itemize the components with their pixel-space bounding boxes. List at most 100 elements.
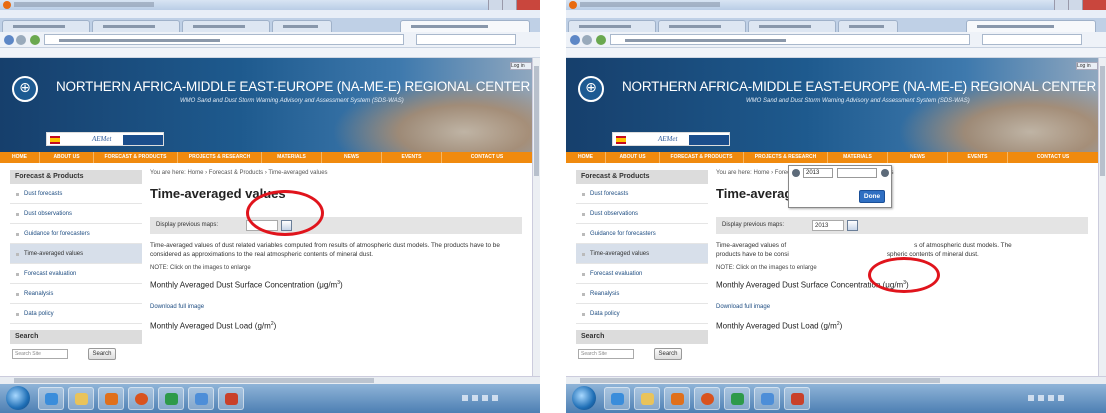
sidebar-item-data-policy[interactable]: Data policy [10,304,142,324]
taskbar-app-icon[interactable] [724,387,750,410]
sidebar-item-dust-forecasts[interactable]: Dust forecasts [10,184,142,204]
search-input[interactable]: Search Site [578,349,634,359]
maximize-button[interactable] [1068,0,1082,10]
nav-contact-us[interactable]: CONTACT US [442,152,532,163]
taskbar-app-icon[interactable] [218,387,244,410]
taskbar-folder-icon[interactable] [68,387,94,410]
tab-active[interactable] [966,20,1096,32]
tab[interactable] [838,20,898,32]
nav-materials[interactable]: MATERIALS [828,152,888,163]
taskbar-ie-icon[interactable] [604,387,630,410]
taskbar-media-icon[interactable] [98,387,124,410]
nav-forecast-products[interactable]: FORECAST & PRODUCTS [660,152,744,163]
nav-materials[interactable]: MATERIALS [262,152,322,163]
tab[interactable] [272,20,332,32]
tray-icon[interactable] [1038,395,1044,401]
minimize-button[interactable] [1054,0,1068,10]
year-select[interactable]: 2013 [803,168,833,178]
nav-news[interactable]: NEWS [888,152,948,163]
calendar-icon[interactable] [847,220,858,231]
bookmarks-toolbar[interactable] [0,48,540,61]
tab[interactable] [182,20,270,32]
nav-events[interactable]: EVENTS [948,152,1008,163]
clock[interactable] [504,390,532,407]
sidebar-item-time-averaged-values[interactable]: Time-averaged values [576,244,708,264]
month-select[interactable] [837,168,877,178]
forward-icon[interactable] [582,35,592,45]
nav-news[interactable]: NEWS [322,152,382,163]
tray-icon[interactable] [462,395,468,401]
browser-search-box[interactable] [982,34,1082,45]
download-full-image-link[interactable]: Download full image [716,304,1088,313]
forward-icon[interactable] [16,35,26,45]
vertical-scrollbar[interactable] [532,58,540,376]
nav-forecast-products[interactable]: FORECAST & PRODUCTS [94,152,178,163]
taskbar-firefox-icon[interactable] [694,387,720,410]
taskbar-media-icon[interactable] [664,387,690,410]
tab[interactable] [568,20,656,32]
close-button[interactable] [1082,0,1106,10]
maximize-button[interactable] [502,0,516,10]
sidebar-item-dust-forecasts[interactable]: Dust forecasts [576,184,708,204]
back-icon[interactable] [570,35,580,45]
sidebar-item-reanalysis[interactable]: Reanalysis [10,284,142,304]
previous-month-icon[interactable] [792,169,800,177]
address-bar[interactable] [610,34,970,45]
tab[interactable] [658,20,746,32]
nav-projects-research[interactable]: PROJECTS & RESEARCH [744,152,828,163]
nav-events[interactable]: EVENTS [382,152,442,163]
minimize-button[interactable] [488,0,502,10]
sidebar-item-forecast-evaluation[interactable]: Forecast evaluation [10,264,142,284]
next-month-icon[interactable] [881,169,889,177]
home-icon[interactable] [596,35,606,45]
menu-bar[interactable] [0,10,540,23]
tab[interactable] [2,20,90,32]
browser-search-box[interactable] [416,34,516,45]
nav-home[interactable]: HOME [566,152,606,163]
taskbar-app-icon[interactable] [784,387,810,410]
tray-icon[interactable] [1058,395,1064,401]
sidebar-item-time-averaged-values[interactable]: Time-averaged values [10,244,142,264]
tray-icon[interactable] [1048,395,1054,401]
back-icon[interactable] [4,35,14,45]
login-link[interactable]: Log in [510,62,532,70]
download-full-image-link[interactable]: Download full image [150,304,522,313]
taskbar-firefox-icon[interactable] [128,387,154,410]
nav-about-us[interactable]: ABOUT US [40,152,94,163]
nav-contact-us[interactable]: CONTACT US [1008,152,1098,163]
date-input[interactable]: 2013 [812,220,844,231]
sidebar-item-reanalysis[interactable]: Reanalysis [576,284,708,304]
done-button[interactable]: Done [859,190,885,203]
tray-icon[interactable] [1028,395,1034,401]
tab[interactable] [92,20,180,32]
nav-projects-research[interactable]: PROJECTS & RESEARCH [178,152,262,163]
search-input[interactable]: Search Site [12,349,68,359]
start-button[interactable] [572,386,596,410]
nav-home[interactable]: HOME [0,152,40,163]
tray-icon[interactable] [482,395,488,401]
tray-icon[interactable] [472,395,478,401]
search-button[interactable]: Search [654,348,682,360]
horizontal-scrollbar[interactable] [0,376,540,384]
taskbar-folder-icon[interactable] [634,387,660,410]
taskbar-app-icon[interactable] [158,387,184,410]
nav-about-us[interactable]: ABOUT US [606,152,660,163]
horizontal-scrollbar[interactable] [566,376,1106,384]
home-icon[interactable] [30,35,40,45]
sidebar-item-data-policy[interactable]: Data policy [576,304,708,324]
clock[interactable] [1070,390,1098,407]
search-button[interactable]: Search [88,348,116,360]
menu-bar[interactable] [566,10,1106,23]
sidebar-item-dust-observations[interactable]: Dust observations [576,204,708,224]
address-bar[interactable] [44,34,404,45]
sidebar-item-dust-observations[interactable]: Dust observations [10,204,142,224]
taskbar-app-icon[interactable] [188,387,214,410]
tray-icon[interactable] [492,395,498,401]
vertical-scrollbar[interactable] [1098,58,1106,376]
bookmarks-toolbar[interactable] [566,48,1106,61]
close-button[interactable] [516,0,540,10]
tab[interactable] [748,20,836,32]
login-link[interactable]: Log in [1076,62,1098,70]
taskbar-app-icon[interactable] [754,387,780,410]
sidebar-item-forecast-evaluation[interactable]: Forecast evaluation [576,264,708,284]
